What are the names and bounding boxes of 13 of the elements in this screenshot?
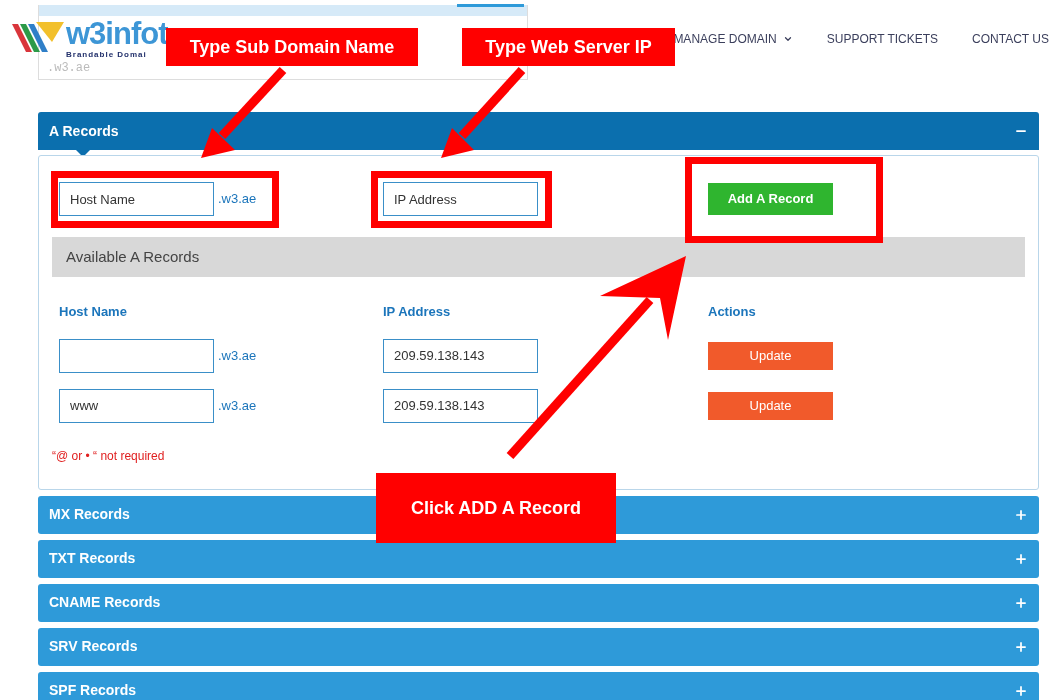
column-heading: IP Address: [383, 303, 451, 321]
callout-tooltip: Type Sub Domain Name: [166, 28, 418, 66]
domain-suffix: .w3.ae: [218, 396, 257, 415]
callout-tooltip: Click ADD A Record: [376, 473, 616, 543]
domain-suffix: .w3.ae: [218, 346, 257, 365]
callout-tooltip: Type Web Server IP: [462, 28, 675, 66]
domain-suffix: .w3.ae: [218, 190, 257, 209]
column-heading: Actions: [708, 303, 756, 321]
table-cell: .w3.ae: [47, 61, 91, 75]
note-text: “@ or • “ not required: [52, 448, 165, 463]
available-records-title: Available A Records: [66, 246, 200, 267]
logo-tagline: Brandable Domai: [66, 50, 147, 60]
column-heading: Host Name: [59, 303, 127, 321]
